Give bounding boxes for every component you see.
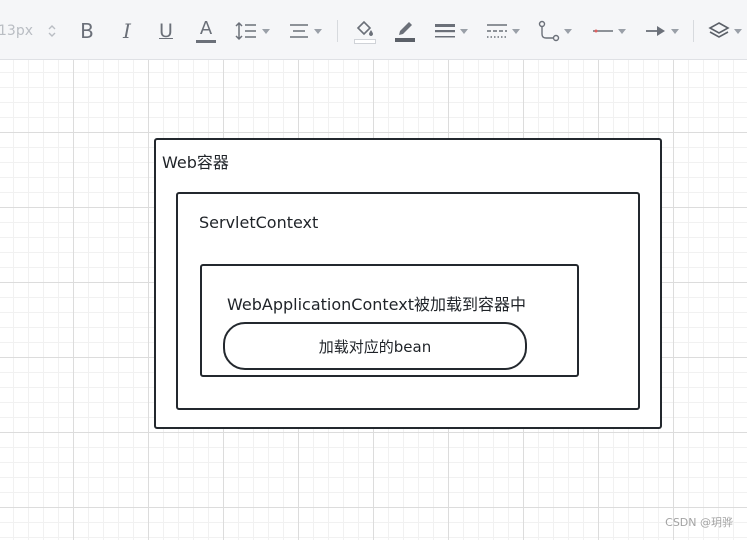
- line-width-dropdown[interactable]: [434, 17, 472, 45]
- web-application-context-label: WebApplicationContext被加载到容器中: [227, 295, 526, 314]
- diagram-canvas[interactable]: Web容器 ServletContext WebApplicationConte…: [0, 60, 747, 540]
- line-width-icon: [435, 24, 455, 38]
- fill-color-swatch: [354, 38, 376, 44]
- chevron-down-icon: [262, 28, 270, 34]
- line-start-dropdown[interactable]: [592, 17, 630, 45]
- italic-icon: I: [123, 19, 131, 43]
- line-color-swatch: [395, 38, 415, 42]
- font-color-button[interactable]: A: [194, 17, 218, 45]
- connector-type-dropdown[interactable]: [538, 17, 574, 45]
- chevron-down-icon: [564, 28, 572, 34]
- chevron-down-icon: [618, 28, 626, 34]
- dashed-line-icon: [487, 24, 507, 38]
- italic-button[interactable]: I: [116, 17, 138, 45]
- arrow-right-icon: [646, 26, 665, 36]
- servlet-context-shape[interactable]: ServletContext WebApplicationContext被加载到…: [176, 192, 640, 410]
- align-center-icon: [290, 24, 308, 38]
- chevron-down-icon: [734, 28, 742, 34]
- fill-color-button[interactable]: [352, 17, 378, 45]
- bold-button[interactable]: B: [76, 17, 98, 45]
- chevron-down-icon: [460, 28, 468, 34]
- underline-button[interactable]: U: [155, 17, 177, 45]
- line-end-dropdown[interactable]: [645, 17, 683, 45]
- format-toolbar: 13px B I U A: [0, 0, 747, 60]
- font-size-stepper[interactable]: 13px: [0, 17, 58, 45]
- font-color-icon: A: [199, 17, 213, 39]
- load-bean-shape[interactable]: 加载对应的bean: [223, 322, 527, 370]
- font-color-swatch: [196, 39, 216, 43]
- toolbar-divider: [337, 20, 338, 42]
- chevron-down-icon: [512, 28, 520, 34]
- layers-icon: [708, 22, 730, 38]
- align-dropdown[interactable]: [288, 17, 326, 45]
- line-style-dropdown[interactable]: [486, 17, 524, 45]
- underline-icon: U: [159, 20, 173, 42]
- font-size-value: 13px: [0, 23, 33, 39]
- line-start-icon: [593, 29, 613, 33]
- bold-icon: B: [80, 19, 94, 43]
- line-height-dropdown[interactable]: [234, 17, 272, 45]
- chevron-down-icon: [314, 28, 322, 34]
- pencil-icon: [399, 22, 412, 35]
- web-container-label: Web容器: [162, 153, 229, 172]
- toolbar-divider: [693, 20, 694, 42]
- chevron-down-icon: [671, 28, 679, 34]
- servlet-context-label: ServletContext: [199, 213, 319, 232]
- line-color-button[interactable]: [393, 17, 417, 45]
- stepper-arrows-icon[interactable]: [47, 23, 57, 39]
- watermark: CSDN @玥骅: [665, 516, 733, 529]
- web-application-context-shape[interactable]: WebApplicationContext被加载到容器中 加载对应的bean: [200, 264, 579, 377]
- web-container-shape[interactable]: Web容器 ServletContext WebApplicationConte…: [154, 138, 662, 429]
- layers-dropdown[interactable]: [708, 17, 747, 45]
- load-bean-label: 加载对应的bean: [318, 337, 432, 356]
- line-height-icon: [235, 21, 256, 41]
- elbow-connector-icon: [538, 20, 560, 42]
- paint-bucket-icon: [356, 20, 373, 36]
